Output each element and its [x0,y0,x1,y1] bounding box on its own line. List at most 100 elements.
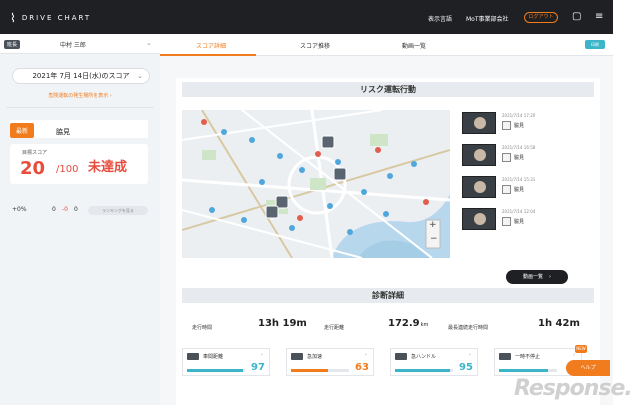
category-label: 車間距離 [203,354,224,360]
video-thumbnail[interactable] [462,208,496,230]
stat-label: 最長連続走行時間 [448,325,489,331]
event-date: 2021/7/14 16:58 [502,145,536,150]
zoom-in-button[interactable]: + [429,220,437,230]
tab-bar: スコア詳細 スコア推移 動画一覧 印刷 [160,34,613,56]
tab-score-trend[interactable]: スコア推移 [300,41,330,50]
video-thumbnail[interactable] [462,176,496,198]
event-date: 2021/7/14 12:04 [502,209,536,214]
watermark-logo: Response. [514,376,633,401]
stat-value: 13h 19m [258,318,307,329]
score-bar-fill [291,369,328,372]
print-button[interactable]: 印刷 [585,40,605,49]
language-link[interactable]: 表示言語 [428,14,452,23]
map[interactable]: + − [182,110,450,258]
risk-title: リスク運転行動 [182,82,594,97]
main-content: スコア詳細 スコア推移 動画一覧 印刷 リスク運転行動 + − 2021/7/1… [160,34,613,405]
map-graphic [182,110,450,258]
latest-event-value: 脇見 [56,128,70,136]
top-bar: ⌇ DRIVE CHART 表示言語 MoT事業部会社 ログアウト ▢ ≡ [0,0,613,34]
event-type-icon [502,153,511,162]
location-link[interactable]: 危険運転の発生場所を表示 › [0,92,160,99]
event-label: 脇見 [514,123,525,129]
diagnosis-title: 診断詳細 [182,288,594,303]
list-item[interactable]: 2021/7/14 16:58 脇見 [462,144,594,166]
tab-score-detail[interactable]: スコア詳細 [196,41,226,50]
score-max: /100 [56,164,79,175]
score-value: 20 [20,158,46,179]
event-type-icon [502,185,511,194]
score-bar [291,369,349,372]
category-label: 急ハンドル [411,354,437,360]
chevron-right-icon: › [365,352,367,358]
summary-b: 0 [52,206,56,213]
video-thumbnail[interactable] [462,144,496,166]
score-bar-fill [499,369,549,372]
driver-face-icon [474,181,486,193]
divider [6,107,154,108]
chevron-right-icon: › [549,274,551,280]
stat-label: 走行時間 [192,325,213,331]
date-selector[interactable]: 2021年 7月 14日(水)のスコア ⌄ [12,68,150,84]
tab-video-list[interactable]: 動画一覧 [402,41,426,50]
ranking-button[interactable]: ランキングを見る [88,206,148,215]
event-label: 脇見 [514,187,525,193]
company-link[interactable]: MoT事業部会社 [466,14,509,23]
driver-face-icon [474,149,486,161]
category-score: 95 [459,362,473,373]
logo-icon: ⌇ [10,11,16,25]
score-status: 未達成 [88,160,128,175]
score-label: 目標スコア [22,150,48,156]
event-label: 脇見 [514,155,525,161]
list-item[interactable]: 2021/7/14 17:20 脇見 [462,112,594,134]
video-list-label: 動画一覧 [522,274,543,280]
score-bar-fill [395,369,451,372]
logo[interactable]: ⌇ DRIVE CHART [10,11,91,25]
diagnosis-item[interactable]: 急ハンドル › 95 [390,348,478,376]
active-tab-indicator [160,54,256,56]
driver-name: 中村 三郎 [60,42,86,49]
stat-label: 走行距離 [324,325,345,331]
risk-card: リスク運転行動 + − 2021/7/14 17:20 脇見 2021/7/14… [176,78,600,296]
logo-text: DRIVE CHART [21,14,92,22]
video-thumbnail[interactable] [462,112,496,134]
event-label: 脇見 [514,219,525,225]
chevron-down-icon: ⌄ [137,72,143,80]
event-date: 2021/7/14 15:31 [502,177,536,182]
score-bar [499,369,557,372]
logout-button[interactable]: ログアウト [524,12,558,23]
help-button[interactable]: ヘルプ [566,360,610,376]
diagnosis-item[interactable]: 車間距離 › 97 [182,348,270,376]
chevron-right-icon: › [573,352,575,358]
category-icon [499,353,511,360]
chevron-right-icon: › [469,352,471,358]
chevron-down-icon[interactable]: ⌄ [146,39,152,47]
score-bar-fill [187,369,244,372]
driver-face-icon [474,213,486,225]
list-item[interactable]: 2021/7/14 15:31 脇見 [462,176,594,198]
event-date: 2021/7/14 17:20 [502,113,536,118]
summary-c: -0 [62,206,68,213]
menu-icon[interactable]: ≡ [595,11,603,23]
driver-face-icon [474,117,486,129]
edge-strip [613,0,640,405]
window-icon[interactable]: ▢ [572,11,581,23]
score-card: 目標スコア 20 /100 未達成 [10,144,148,184]
event-type-icon [502,121,511,130]
diagnosis-item[interactable]: 急加速 › 63 [286,348,374,376]
summary-d: 0 [74,206,78,213]
category-label: 一時不停止 [515,354,541,360]
category-icon [291,353,303,360]
category-label: 急加速 [307,354,323,360]
zoom-out-button[interactable]: − [430,234,438,244]
latest-flag: 最新 [10,123,35,138]
driver-header[interactable]: 班長 中村 三郎 ⌄ [0,34,160,54]
video-list-button[interactable]: 動画一覧 › [506,270,568,284]
stat-value: 172.9km [388,318,429,329]
chevron-right-icon: › [261,352,263,358]
category-icon [187,353,199,360]
date-label: 2021年 7月 14日(水)のスコア [32,72,130,80]
category-icon [395,353,407,360]
summary-a: +0% [12,206,27,213]
list-item[interactable]: 2021/7/14 12:04 脇見 [462,208,594,230]
category-score: 97 [251,362,265,373]
